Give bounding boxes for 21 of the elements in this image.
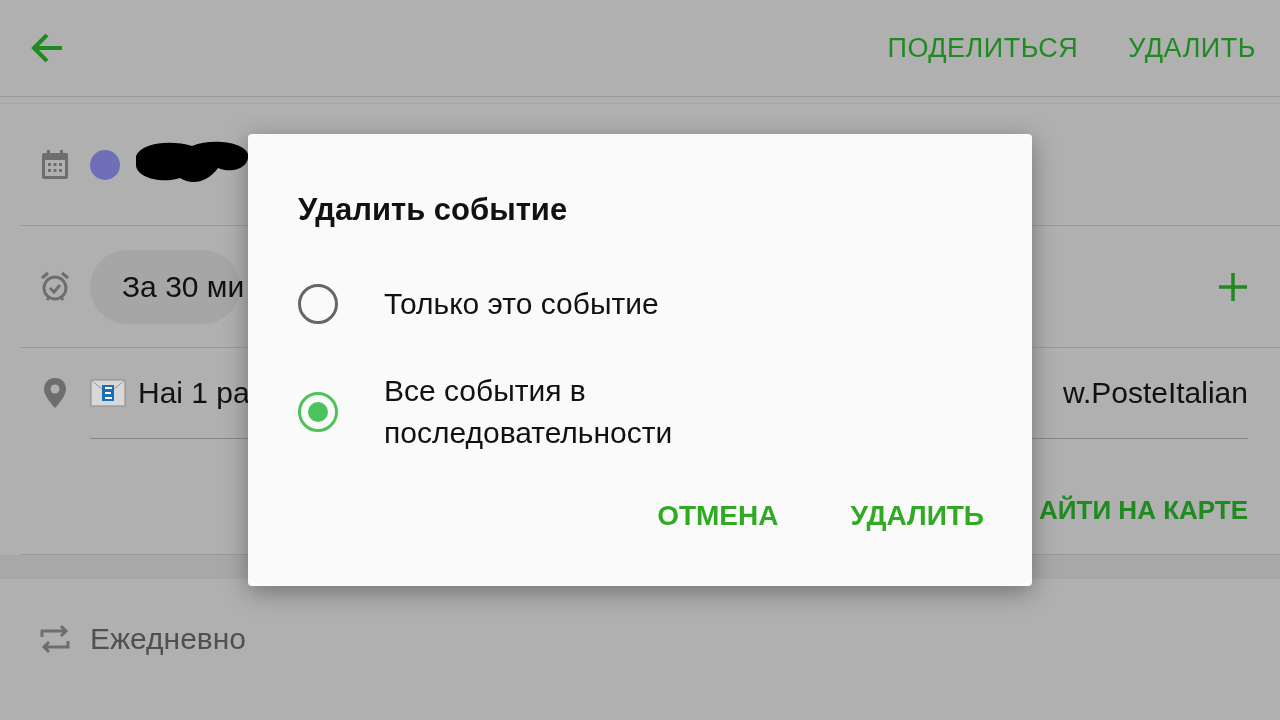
calendar-color-dot bbox=[90, 149, 120, 180]
envelope-icon bbox=[90, 378, 126, 407]
alarm-clock-icon bbox=[40, 270, 70, 303]
location-text: w.PosteItalian bbox=[1062, 375, 1248, 410]
location-text: Hai 1 pa bbox=[138, 375, 250, 410]
map-link[interactable]: АЙТИ НА КАРТЕ bbox=[1039, 495, 1248, 526]
repeat-icon bbox=[38, 623, 72, 655]
option-label[interactable]: Все события в последовательности bbox=[384, 370, 744, 454]
dialog-button[interactable]: ОТМЕНА bbox=[657, 500, 779, 532]
calendar-icon bbox=[41, 149, 69, 180]
toolbar-action[interactable]: ПОДЕЛИТЬСЯ bbox=[887, 32, 1079, 64]
radio-button[interactable] bbox=[298, 284, 338, 324]
dialog-button[interactable]: УДАЛИТЬ bbox=[850, 500, 984, 532]
toolbar-action[interactable]: УДАЛИТЬ bbox=[1128, 32, 1256, 64]
repeat-text: Ежедневно bbox=[90, 622, 247, 656]
option-label[interactable]: Только это событие bbox=[384, 283, 659, 325]
add-icon[interactable] bbox=[1218, 271, 1248, 302]
dialog-title: Удалить событие bbox=[298, 192, 569, 228]
radio-button[interactable] bbox=[298, 392, 338, 432]
location-pin-icon bbox=[43, 377, 67, 409]
back-arrow-icon[interactable] bbox=[30, 32, 64, 64]
